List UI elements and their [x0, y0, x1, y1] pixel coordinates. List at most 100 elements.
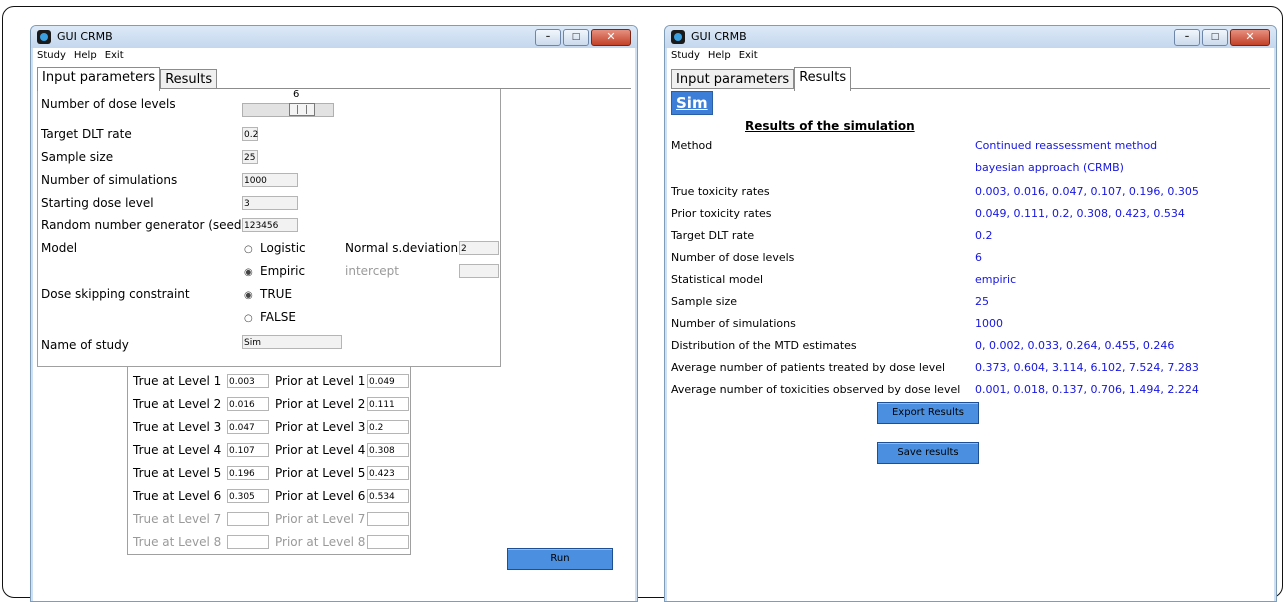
input-panel: Number of dose levels 6 Target DLT rate … [37, 88, 631, 601]
left-titlebar: GUI CRMB – □ ✕ [31, 26, 637, 48]
result-label: Method [671, 139, 713, 152]
num-dose-levels-value: 6 [293, 89, 300, 100]
target-dlt-input[interactable]: 0.2 [242, 127, 258, 141]
true-level-input[interactable]: 0.107 [227, 443, 269, 457]
menu-bar: Study Help Exit [667, 48, 1274, 63]
result-value: 1000 [975, 317, 1003, 330]
prior-level-input[interactable]: 0.2 [367, 420, 409, 434]
menu-help[interactable]: Help [708, 50, 731, 61]
prior-level-input[interactable]: 0.049 [367, 374, 409, 388]
menu-study[interactable]: Study [671, 50, 700, 61]
run-button[interactable]: Run [507, 548, 613, 570]
study-badge: Sim [671, 91, 713, 115]
result-value: 0.049, 0.111, 0.2, 0.308, 0.423, 0.534 [975, 207, 1185, 220]
window-title: GUI CRMB [57, 30, 113, 43]
result-value: empiric [975, 273, 1017, 286]
true-level-label: True at Level 4 [133, 443, 222, 457]
result-value: 6 [975, 251, 982, 264]
app-icon [37, 30, 51, 44]
dose-skipping-label: Dose skipping constraint [41, 287, 190, 301]
empiric-radio[interactable]: ◉ Empiric [244, 264, 305, 278]
minimize-icon[interactable]: – [1174, 29, 1200, 46]
tab-results[interactable]: Results [794, 67, 852, 91]
starting-dose-input[interactable]: 3 [242, 196, 298, 210]
true-level-input[interactable] [227, 535, 269, 549]
num-sims-input[interactable]: 1000 [242, 173, 298, 187]
false-radio[interactable]: ○ FALSE [244, 310, 296, 324]
right-titlebar: GUI CRMB – □ ✕ [665, 26, 1276, 48]
result-value: 25 [975, 295, 989, 308]
true-level-input[interactable]: 0.305 [227, 489, 269, 503]
result-label: Prior toxicity rates [671, 207, 772, 220]
right-window: GUI CRMB – □ ✕ Study Help Exit Input par… [664, 25, 1277, 602]
minimize-icon[interactable]: – [535, 29, 561, 46]
seed-input[interactable]: 123456 [242, 218, 298, 232]
result-value: 0, 0.002, 0.033, 0.264, 0.455, 0.246 [975, 339, 1175, 352]
maximize-icon[interactable]: □ [1202, 29, 1228, 46]
true-level-label: True at Level 3 [133, 420, 222, 434]
num-sims-label: Number of simulations [41, 173, 178, 187]
study-name-label: Name of study [41, 338, 129, 352]
sample-size-input[interactable]: 25 [242, 150, 258, 164]
prior-level-input[interactable]: 0.111 [367, 397, 409, 411]
export-results-button[interactable]: Export Results [877, 402, 979, 424]
prior-level-label: Prior at Level 5 [275, 466, 366, 480]
true-level-input[interactable]: 0.047 [227, 420, 269, 434]
maximize-icon[interactable]: □ [563, 29, 589, 46]
true-radio[interactable]: ◉ TRUE [244, 287, 292, 301]
menu-exit[interactable]: Exit [739, 50, 758, 61]
radio-selected-icon: ◉ [244, 267, 253, 278]
true-level-label: True at Level 6 [133, 489, 222, 503]
true-level-label: True at Level 8 [133, 535, 222, 549]
result-value: bayesian approach (CRMB) [975, 161, 1124, 174]
prior-level-label: Prior at Level 2 [275, 397, 366, 411]
close-icon[interactable]: ✕ [1230, 29, 1270, 46]
result-label: Target DLT rate [671, 229, 755, 242]
tab-input-parameters[interactable]: Input parameters [671, 69, 795, 90]
result-label: Distribution of the MTD estimates [671, 339, 857, 352]
close-icon[interactable]: ✕ [591, 29, 631, 46]
radio-empty-icon: ○ [244, 313, 253, 324]
true-level-input[interactable]: 0.196 [227, 466, 269, 480]
intercept-input[interactable] [459, 264, 499, 278]
results-panel: Sim Results of the simulation Method Cont… [671, 88, 1270, 601]
logistic-radio[interactable]: ○ Logistic [244, 241, 306, 255]
radio-empty-icon: ○ [244, 244, 253, 255]
prior-level-input[interactable] [367, 512, 409, 526]
window-title: GUI CRMB [691, 30, 747, 43]
prior-level-input[interactable]: 0.534 [367, 489, 409, 503]
normal-sd-input[interactable]: 2 [459, 241, 499, 255]
tab-results[interactable]: Results [160, 69, 218, 90]
prior-level-label: Prior at Level 6 [275, 489, 366, 503]
sample-size-label: Sample size [41, 150, 114, 164]
true-level-input[interactable]: 0.003 [227, 374, 269, 388]
true-level-label: True at Level 5 [133, 466, 222, 480]
dose-levels-slider[interactable] [242, 103, 334, 117]
true-level-label: True at Level 1 [133, 374, 222, 388]
study-name-input[interactable]: Sim [242, 335, 342, 349]
intercept-label: intercept [345, 264, 399, 278]
seed-label: Random number generator (seed) [41, 218, 247, 232]
tab-input-parameters[interactable]: Input parameters [37, 67, 161, 91]
result-value: Continued reassessment method [975, 139, 1158, 152]
prior-level-input[interactable] [367, 535, 409, 549]
menu-study[interactable]: Study [37, 50, 66, 61]
starting-dose-label: Starting dose level [41, 196, 154, 210]
true-level-input[interactable] [227, 512, 269, 526]
prior-level-input[interactable]: 0.423 [367, 466, 409, 480]
result-label: Statistical model [671, 273, 764, 286]
save-results-button[interactable]: Save results [877, 442, 979, 464]
result-label: Number of dose levels [671, 251, 795, 264]
result-label: True toxicity rates [671, 185, 770, 198]
result-label: Average number of patients treated by do… [671, 361, 946, 374]
slider-thumb[interactable] [289, 103, 315, 116]
menu-exit[interactable]: Exit [105, 50, 124, 61]
true-level-input[interactable]: 0.016 [227, 397, 269, 411]
radio-selected-icon: ◉ [244, 290, 253, 301]
result-label: Average number of toxicities observed by… [671, 383, 961, 396]
true-level-label: True at Level 7 [133, 512, 222, 526]
left-window: GUI CRMB – □ ✕ Study Help Exit Input par… [30, 25, 638, 602]
num-dose-levels-label: Number of dose levels [41, 97, 176, 111]
prior-level-input[interactable]: 0.308 [367, 443, 409, 457]
menu-help[interactable]: Help [74, 50, 97, 61]
